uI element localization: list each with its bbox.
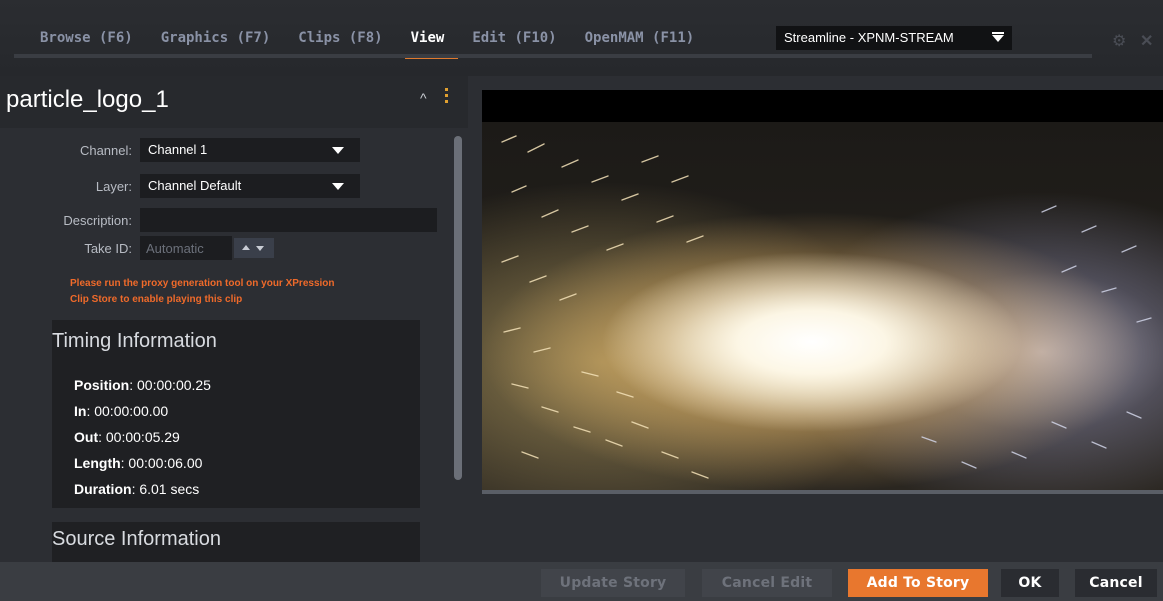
source-card: Source Information [52, 522, 420, 562]
more-vertical-icon[interactable] [444, 88, 450, 106]
gear-icon[interactable]: ⚙ [1112, 34, 1126, 50]
channel-label: Channel: [79, 143, 132, 158]
top-toolbar: Browse (F6) Graphics (F7) Clips (F8) Vie… [0, 0, 1163, 76]
cancel-edit-button[interactable]: Cancel Edit [702, 569, 832, 597]
channel-dropdown-value: Channel 1 [148, 142, 208, 157]
add-to-story-button[interactable]: Add To Story [848, 569, 988, 597]
proxy-warning: Please run the proxy generation tool on … [70, 276, 400, 308]
update-story-button[interactable]: Update Story [541, 569, 685, 597]
layer-dropdown-value: Channel Default [148, 178, 242, 193]
layer-dropdown[interactable]: Channel Default [140, 174, 360, 198]
cancel-button[interactable]: Cancel [1075, 569, 1157, 597]
proxy-warning-line2: Clip Store to enable playing this clip [70, 294, 243, 305]
take-id-label: Take ID: [84, 241, 132, 256]
tab-graphics[interactable]: Graphics (F7) [161, 28, 271, 52]
tab-edit[interactable]: Edit (F10) [472, 28, 556, 52]
chevron-down-icon [332, 147, 344, 154]
take-id-stepper[interactable] [234, 238, 274, 258]
clip-title: particle_logo_1 [6, 86, 169, 113]
tab-divider [14, 54, 1092, 58]
tab-browse[interactable]: Browse (F6) [40, 28, 133, 52]
chevron-down-icon [992, 32, 1004, 42]
collapse-icon[interactable]: ^ [420, 90, 427, 106]
clip-header: particle_logo_1 ^ [0, 76, 468, 128]
tab-openmam[interactable]: OpenMAM (F11) [585, 28, 695, 52]
chevron-down-icon [332, 183, 344, 190]
timing-in: In: 00:00:00.00 [74, 403, 169, 419]
close-icon[interactable]: ✕ [1140, 34, 1153, 50]
panel-scrollbar[interactable] [454, 136, 462, 480]
timing-duration: Duration: 6.01 secs [74, 481, 200, 497]
timing-length: Length: 00:00:06.00 [74, 455, 203, 471]
description-input[interactable] [140, 208, 437, 232]
description-label: Description: [63, 213, 132, 228]
server-select[interactable]: Streamline - XPNM-STREAM [776, 26, 1012, 50]
ok-button[interactable]: OK [1001, 569, 1059, 597]
arrow-up-icon[interactable] [242, 245, 250, 250]
timing-out: Out: 00:00:05.29 [74, 429, 180, 445]
tab-clips[interactable]: Clips (F8) [298, 28, 382, 52]
particle-sparks [501, 135, 1152, 479]
server-select-value: Streamline - XPNM-STREAM [784, 30, 954, 45]
tab-view[interactable]: View [404, 28, 458, 59]
timing-position: Position: 00:00:00.25 [74, 377, 211, 393]
clip-preview-image [482, 122, 1163, 494]
take-id-input[interactable] [140, 236, 232, 260]
source-title: Source Information [52, 528, 221, 550]
timing-title: Timing Information [52, 330, 217, 352]
preview-letterbox [482, 90, 1163, 122]
proxy-warning-line1: Please run the proxy generation tool on … [70, 278, 335, 289]
tab-bar: Browse (F6) Graphics (F7) Clips (F8) Vie… [40, 28, 722, 59]
channel-dropdown[interactable]: Channel 1 [140, 138, 360, 162]
layer-label: Layer: [95, 179, 132, 194]
timing-card: Timing Information Position: 00:00:00.25… [52, 320, 420, 508]
arrow-down-icon[interactable] [256, 246, 264, 251]
